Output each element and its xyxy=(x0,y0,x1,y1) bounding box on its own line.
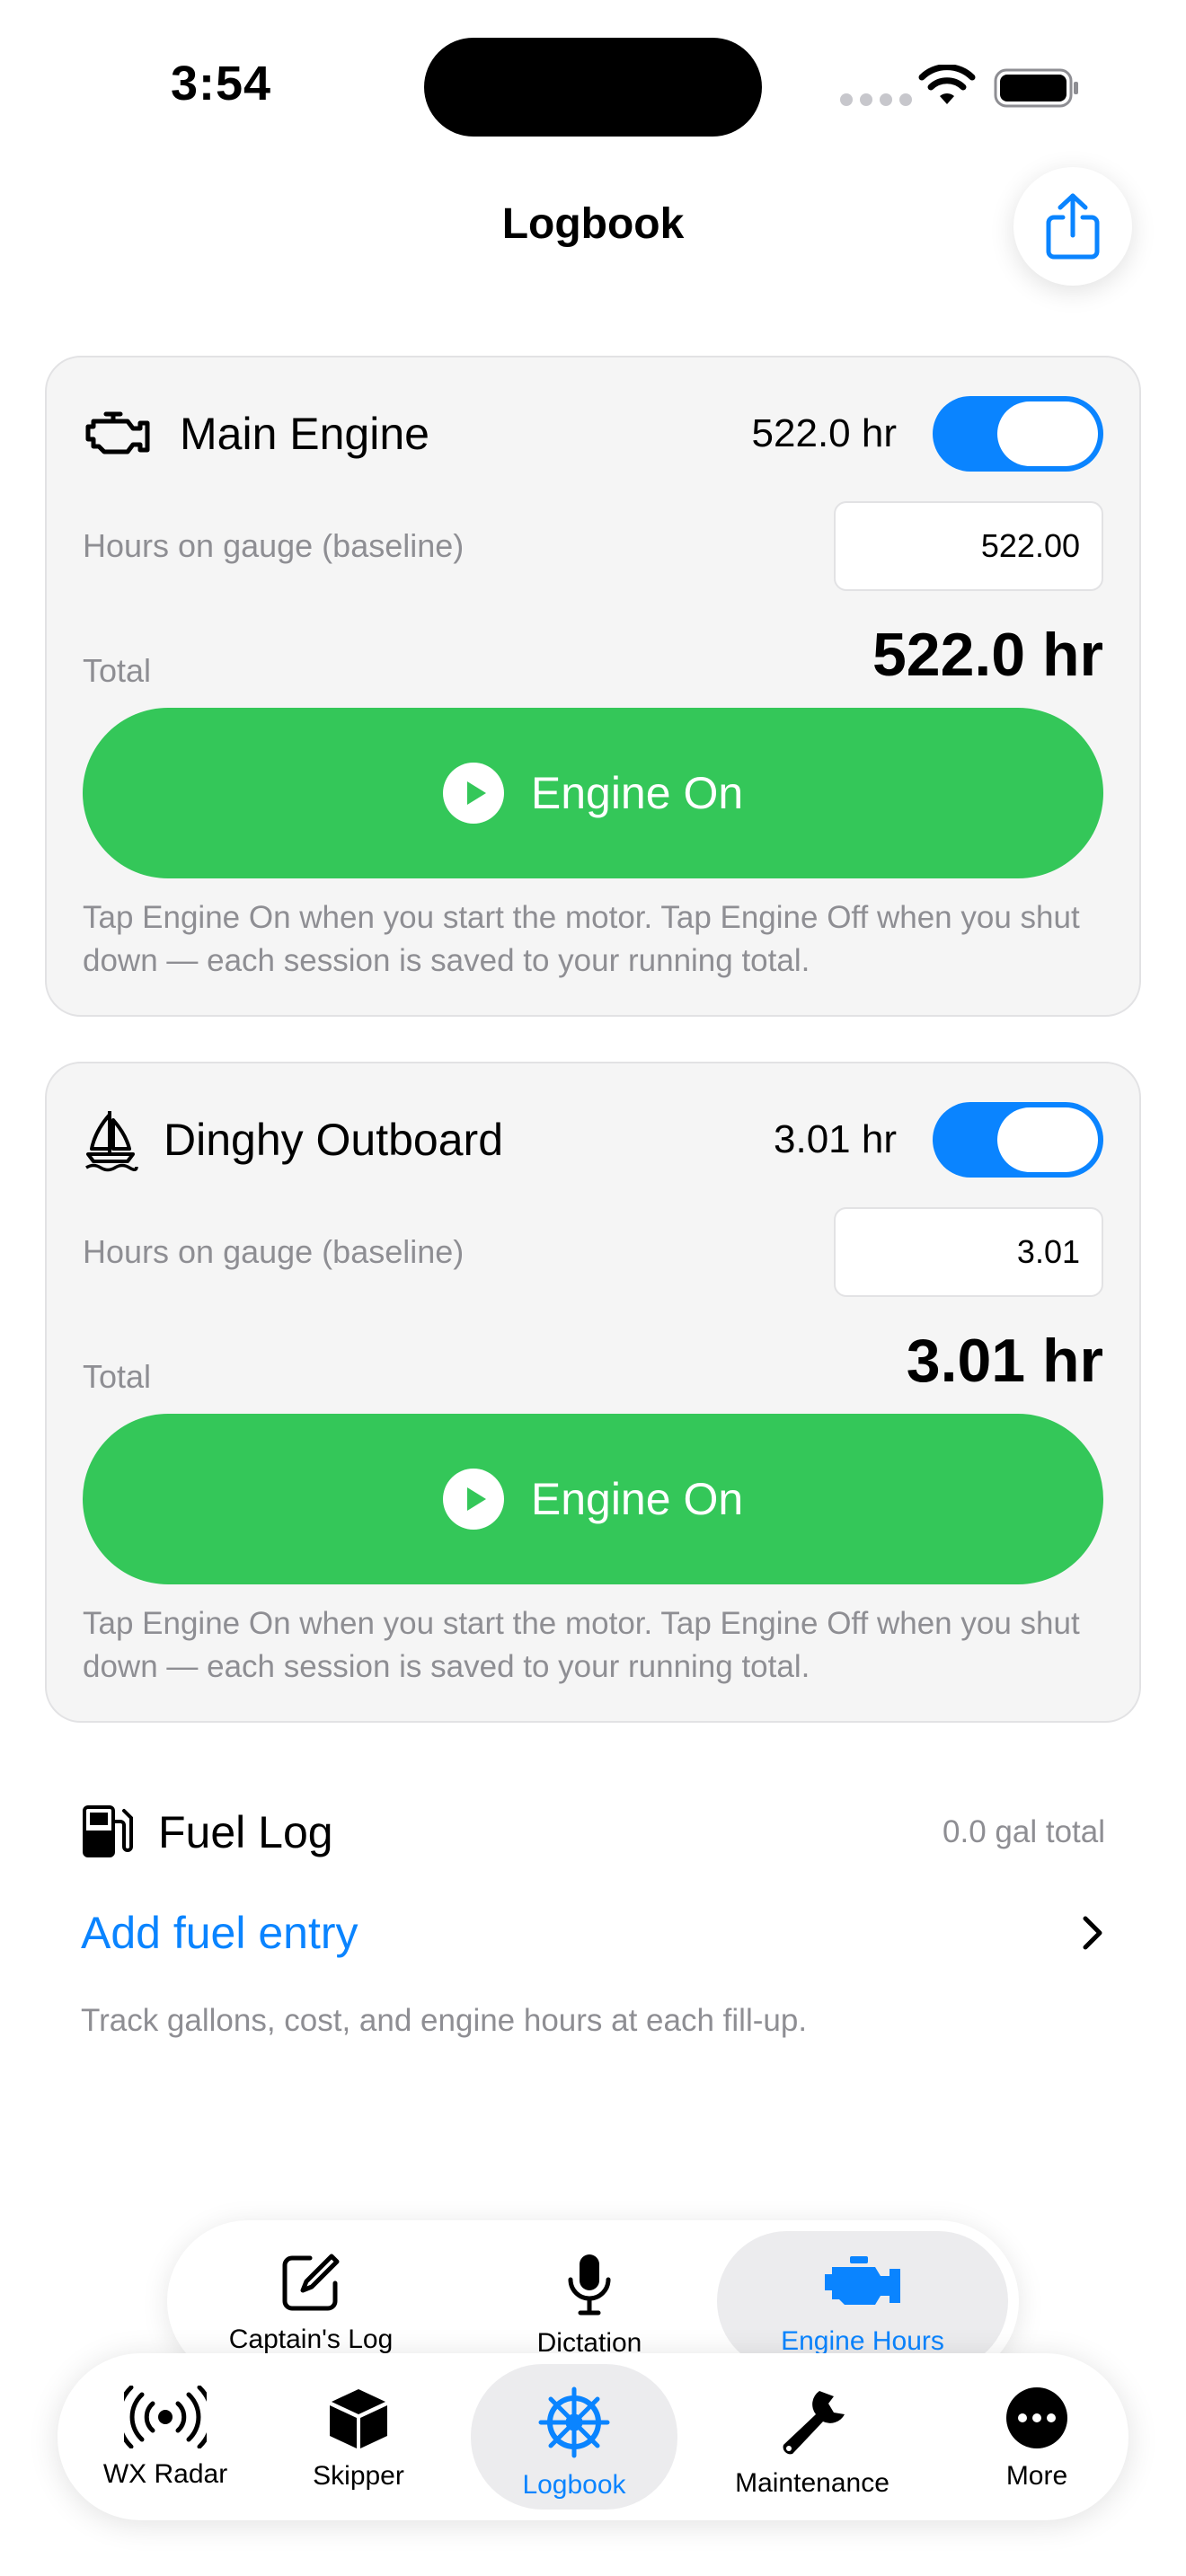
total-value: 522.0 hr xyxy=(872,621,1103,689)
total-row: Total 522.0 hr xyxy=(83,609,1103,690)
engine-icon xyxy=(85,411,150,454)
engine-toggle[interactable] xyxy=(933,1102,1103,1178)
engine-icon xyxy=(825,2256,900,2305)
helm-icon xyxy=(538,2386,610,2458)
engine-hours: 3.01 hr xyxy=(774,1117,897,1161)
engine-hours: 522.0 hr xyxy=(751,411,897,455)
gauge-row: Hours on gauge (baseline) xyxy=(83,501,1103,591)
engine-toggle[interactable] xyxy=(933,396,1103,472)
wifi-icon xyxy=(918,65,976,104)
tab-label: WX Radar xyxy=(102,2459,228,2489)
engine-on-label: Engine On xyxy=(530,1474,744,1524)
fuel-log-header: Fuel Log 0.0 gal total xyxy=(81,1796,1105,1868)
more-icon xyxy=(1006,2387,1067,2448)
tab-wx-radar[interactable]: WX Radar xyxy=(75,2353,255,2520)
tab-label: Maintenance xyxy=(735,2468,890,2498)
dinghy-outboard-card: Dinghy Outboard 3.01 hr Hours on gauge (… xyxy=(45,1062,1141,1723)
microphone-icon xyxy=(568,2254,611,2316)
dynamic-island xyxy=(424,38,762,137)
logbook-screen: 3:54 Logbook Main Engine 522.0 hr Hours … xyxy=(0,0,1186,2576)
tab-logbook[interactable]: Logbook xyxy=(471,2364,677,2510)
gauge-input[interactable] xyxy=(834,501,1103,591)
sailboat-icon xyxy=(85,1111,138,1172)
engine-on-label: Engine On xyxy=(530,768,744,818)
wrench-icon xyxy=(783,2391,845,2455)
engine-on-button[interactable]: Engine On xyxy=(83,708,1103,878)
play-icon xyxy=(442,1469,504,1530)
fuel-log-title: Fuel Log xyxy=(158,1807,333,1857)
battery-icon xyxy=(994,68,1078,108)
subtab-engine-hours[interactable]: Engine Hours xyxy=(717,2231,1008,2371)
engine-on-button[interactable]: Engine On xyxy=(83,1414,1103,1584)
tab-label: Logbook xyxy=(522,2470,626,2500)
engine-name: Dinghy Outboard xyxy=(164,1115,504,1165)
tab-skipper[interactable]: Skipper xyxy=(282,2353,435,2520)
cellular-signal-icon xyxy=(840,93,912,106)
add-fuel-entry-label: Add fuel entry xyxy=(81,1908,358,1958)
engine-hint: Tap Engine On when you start the motor. … xyxy=(83,1606,1080,1684)
total-label: Total xyxy=(83,652,152,689)
card-header: Dinghy Outboard 3.01 hr xyxy=(83,1099,1103,1180)
fuel-pump-icon xyxy=(83,1805,133,1857)
tab-more[interactable]: More xyxy=(956,2353,1118,2520)
tab-maintenance[interactable]: Maintenance xyxy=(686,2353,938,2520)
chevron-right-icon xyxy=(1083,1916,1102,1950)
gauge-label: Hours on gauge (baseline) xyxy=(83,527,465,564)
total-row: Total 3.01 hr xyxy=(83,1315,1103,1396)
fuel-hint: Track gallons, cost, and engine hours at… xyxy=(81,2003,808,2038)
total-value: 3.01 hr xyxy=(906,1327,1103,1395)
subtab-label: Engine Hours xyxy=(781,2326,944,2356)
gauge-input[interactable] xyxy=(834,1207,1103,1297)
engine-hint: Tap Engine On when you start the motor. … xyxy=(83,900,1080,978)
gauge-row: Hours on gauge (baseline) xyxy=(83,1207,1103,1297)
add-fuel-entry-button[interactable]: Add fuel entry xyxy=(81,1897,1105,1969)
tab-label: More xyxy=(1005,2461,1068,2491)
main-tab-bar: WX Radar Skipper Logbook Maintenance Mor… xyxy=(58,2353,1128,2520)
page-title: Logbook xyxy=(501,200,685,248)
gauge-label: Hours on gauge (baseline) xyxy=(83,1233,465,1270)
share-icon xyxy=(1046,193,1100,260)
radar-icon xyxy=(124,2386,207,2448)
subtab-label: Captain's Log xyxy=(228,2325,394,2354)
main-engine-card: Main Engine 522.0 hr Hours on gauge (bas… xyxy=(45,356,1141,1017)
share-button[interactable] xyxy=(1013,167,1132,286)
card-header: Main Engine 522.0 hr xyxy=(83,393,1103,474)
total-label: Total xyxy=(83,1358,152,1395)
compose-icon xyxy=(282,2254,340,2311)
fuel-total: 0.0 gal total xyxy=(943,1814,1105,1849)
status-time: 3:54 xyxy=(171,57,272,110)
tab-label: Skipper xyxy=(313,2461,404,2491)
engine-name: Main Engine xyxy=(180,409,429,459)
cube-icon xyxy=(330,2389,387,2448)
play-icon xyxy=(442,763,504,824)
